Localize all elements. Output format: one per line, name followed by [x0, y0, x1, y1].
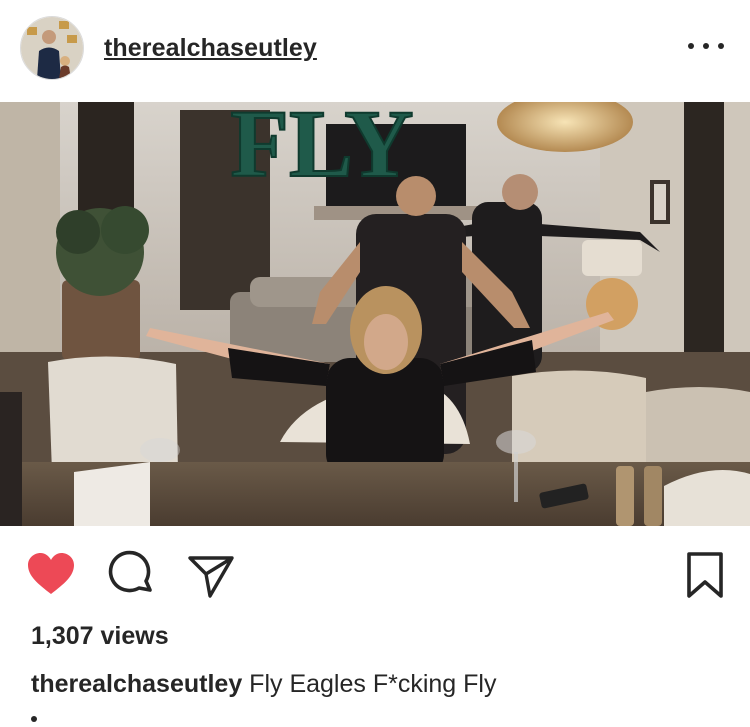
save-bookmark-icon[interactable]: [680, 550, 730, 600]
post-video[interactable]: FLY: [0, 102, 750, 526]
share-paper-plane-icon[interactable]: [186, 550, 236, 600]
caption-text: Fly Eagles F*cking Fly: [249, 670, 497, 698]
comment-bubble-icon[interactable]: [106, 550, 156, 600]
like-heart-icon[interactable]: [26, 550, 76, 600]
avatar[interactable]: [20, 16, 84, 80]
caption-username-link[interactable]: therealchaseutley: [31, 670, 242, 698]
caption-overflow-dot: [31, 716, 37, 722]
video-frame: FLY: [0, 102, 750, 526]
instagram-post: therealchaseutley FLY 1,307 views therea…: [0, 0, 750, 727]
views-count[interactable]: 1,307 views: [31, 622, 169, 651]
video-overlay-text: FLY: [230, 102, 413, 197]
avatar-image: [21, 17, 83, 79]
more-options-icon[interactable]: [688, 34, 724, 58]
more-dot: [718, 43, 724, 49]
more-dot: [688, 43, 694, 49]
more-dot: [703, 43, 709, 49]
action-bar: [0, 540, 750, 606]
post-header: therealchaseutley: [0, 0, 750, 100]
post-caption: therealchaseutley Fly Eagles F*cking Fly: [31, 670, 496, 699]
username-link[interactable]: therealchaseutley: [104, 34, 317, 63]
